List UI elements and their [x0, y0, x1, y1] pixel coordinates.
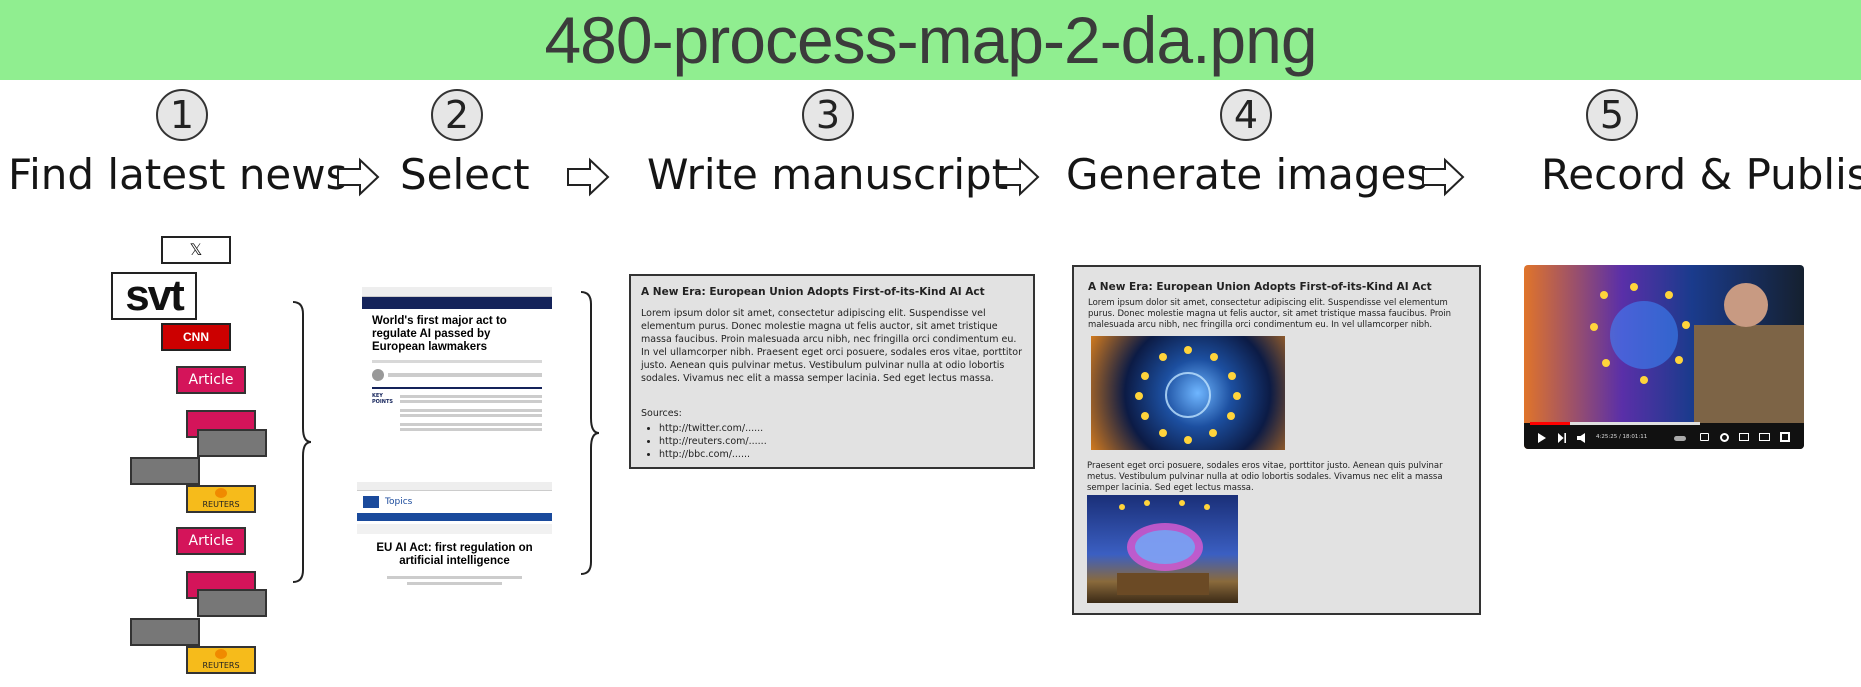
title-banner: 480-process-map-2-da.png: [0, 0, 1861, 80]
play-icon[interactable]: [1538, 433, 1546, 443]
video-player[interactable]: 4:25:25 / 18:01:11: [1524, 265, 1804, 449]
gear-icon[interactable]: [1720, 433, 1729, 442]
selected-article-screenshot: Topics EU AI Act: first regulation on ar…: [357, 482, 552, 592]
step-number-2: 2: [431, 89, 483, 141]
article-stack-block: [130, 618, 200, 646]
reuters-icon: [215, 488, 227, 498]
illustrated-para-1: Lorem ipsum dolor sit amet, consectetur …: [1088, 298, 1452, 330]
article-stack-block: [197, 589, 267, 617]
article-stack-block: [130, 457, 200, 485]
reuters-logo: REUTERS: [186, 485, 256, 513]
step-number-3: 3: [802, 89, 854, 141]
step-label-5: Record & Publish: [1541, 150, 1861, 199]
step-number-5: 5: [1586, 89, 1638, 141]
key-points-label: KEY POINTS: [372, 393, 393, 405]
arrow-right-icon: [1422, 157, 1465, 197]
autoplay-toggle[interactable]: [1674, 436, 1686, 441]
step-number-1: 1: [156, 89, 208, 141]
video-thumbnail: [1524, 283, 1804, 449]
source-link: http://reuters.com/......: [659, 435, 1023, 448]
article-stack-block: [197, 429, 267, 457]
topics-label: Topics: [385, 497, 413, 507]
source-link: http://bbc.com/......: [659, 448, 1023, 461]
page-title: 480-process-map-2-da.png: [544, 3, 1317, 77]
step-label-4: Generate images: [1066, 150, 1429, 199]
article-headline: World's first major act to regulate AI p…: [372, 315, 507, 353]
fullscreen-icon[interactable]: [1780, 432, 1790, 442]
arrow-right-icon: [337, 157, 380, 197]
reuters-logo: REUTERS: [186, 646, 256, 674]
illustrated-title: A New Era: European Union Adopts First-o…: [1088, 281, 1432, 293]
miniplayer-icon[interactable]: [1739, 433, 1749, 441]
manuscript-title: A New Era: European Union Adopts First-o…: [641, 286, 985, 298]
captions-icon[interactable]: [1700, 433, 1709, 441]
theater-mode-icon[interactable]: [1759, 433, 1770, 441]
step-number-4: 4: [1220, 89, 1272, 141]
article-headline: EU AI Act: first regulation on artificia…: [376, 542, 533, 567]
arrow-right-icon: [567, 157, 610, 197]
reuters-icon: [215, 649, 227, 659]
brain-icon: [1117, 500, 1210, 595]
generated-image-parliament-brain: [1087, 495, 1238, 603]
generated-image-eu-brain: [1091, 336, 1285, 450]
manuscript-document: A New Era: European Union Adopts First-o…: [629, 274, 1035, 469]
manuscript-body: Lorem ipsum dolor sit amet, consectetur …: [641, 308, 1022, 384]
article-box: Article: [176, 366, 246, 394]
selected-article-screenshot: World's first major act to regulate AI p…: [362, 287, 552, 465]
x-logo: 𝕏: [161, 236, 231, 264]
brace-icon: [580, 291, 600, 575]
manuscript-sources-list: http://twitter.com/...... http://reuters…: [641, 422, 1023, 461]
manuscript-sources-label: Sources:: [641, 408, 682, 419]
article-box: Article: [176, 527, 246, 555]
step-label-3: Write manuscript: [647, 150, 1009, 199]
brace-icon: [292, 301, 312, 583]
step-label-1: Find latest news: [8, 150, 348, 199]
video-time: 4:25:25 / 18:01:11: [1596, 434, 1648, 440]
star-ring-icon: [1135, 346, 1241, 444]
step-label-2: Select: [400, 150, 530, 199]
illustrated-para-2: Praesent eget orci posuere, sodales eros…: [1087, 461, 1443, 493]
cnn-logo: CNN: [161, 323, 231, 351]
svt-logo: svt: [111, 271, 197, 320]
arrow-right-icon: [997, 157, 1040, 197]
source-link: http://twitter.com/......: [659, 422, 1023, 435]
